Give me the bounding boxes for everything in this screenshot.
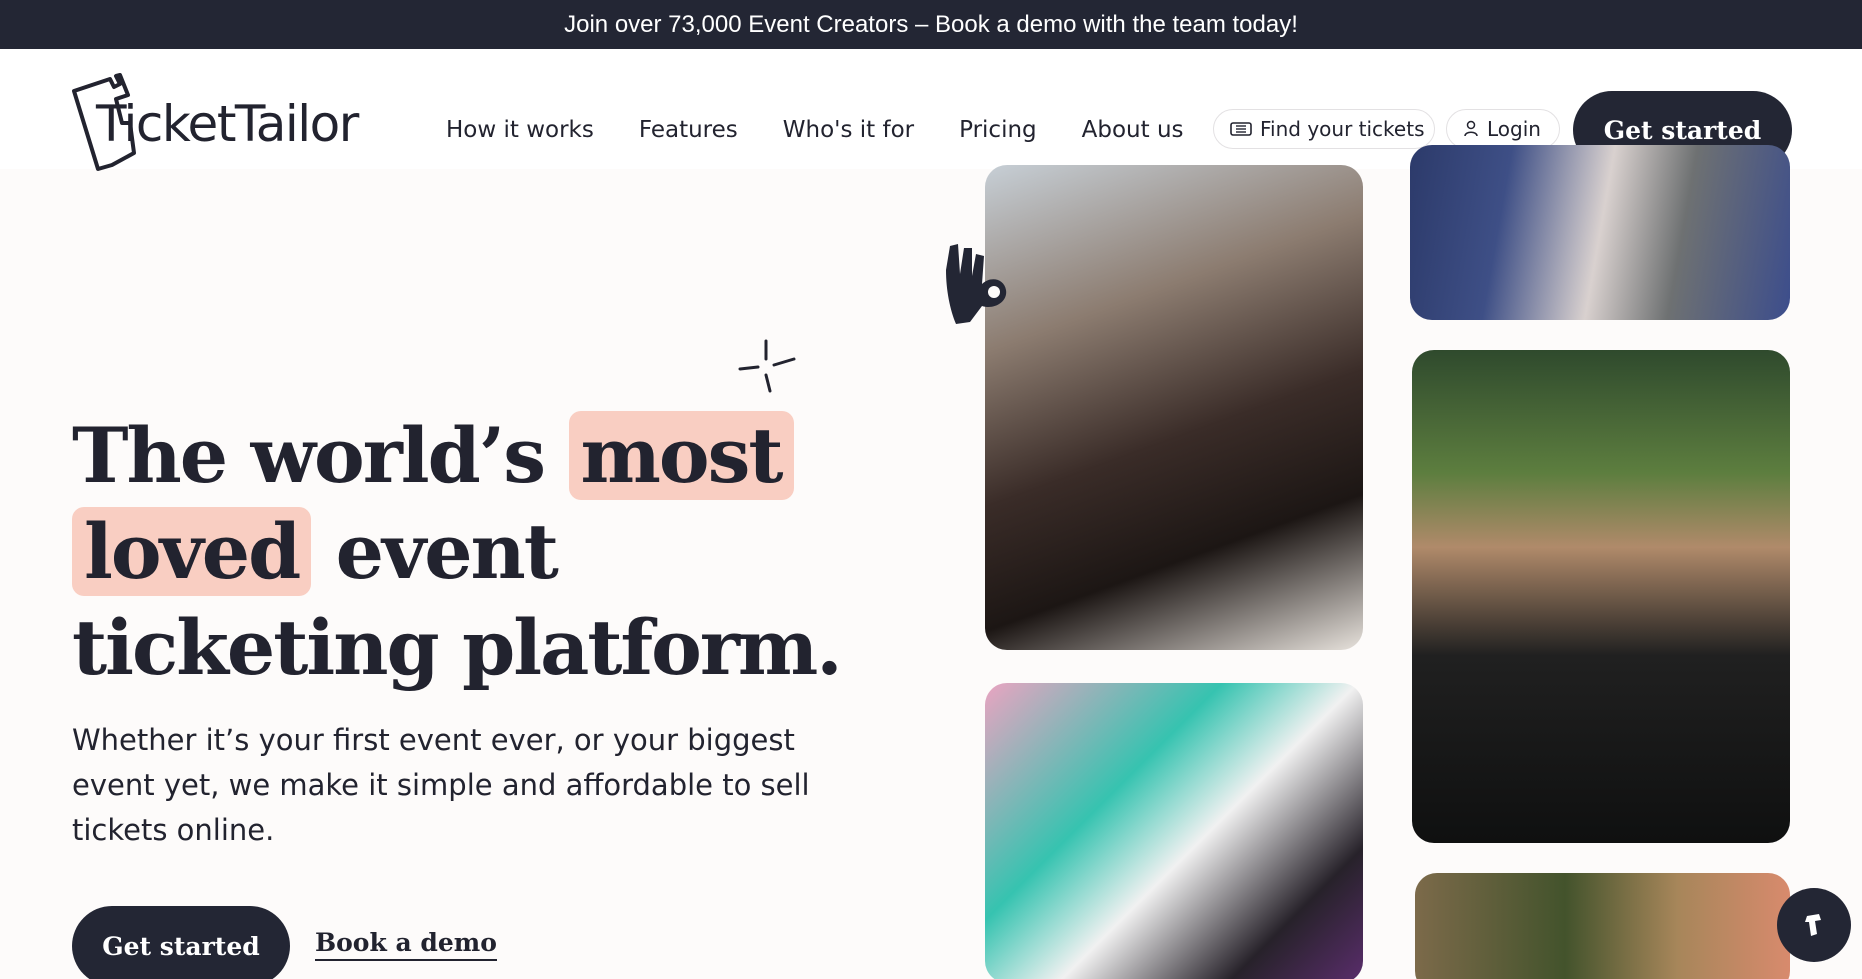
hero-title-highlight-most: most	[568, 411, 794, 500]
hero-title-highlight-loved: loved	[72, 507, 312, 596]
chat-widget-button[interactable]	[1777, 888, 1851, 962]
find-tickets-label: Find your tickets	[1260, 117, 1425, 141]
announcement-bar[interactable]: Join over 73,000 Event Creators – Book a…	[0, 0, 1862, 49]
hero-title-part2: event	[311, 507, 559, 596]
nav-pricing[interactable]: Pricing	[959, 117, 1037, 143]
photo-stage-performer	[985, 683, 1363, 979]
hero-title-part1: The world’s	[72, 411, 569, 500]
nav-whos-it-for[interactable]: Who's it for	[783, 117, 914, 143]
sparkle-icon	[738, 339, 796, 393]
user-icon	[1463, 120, 1479, 138]
find-tickets-button[interactable]: Find your tickets	[1213, 109, 1435, 149]
photo-festival-goers	[1410, 145, 1790, 320]
ticket-icon	[1230, 121, 1252, 137]
login-label: Login	[1487, 117, 1541, 141]
book-demo-link[interactable]: Book a demo	[315, 928, 497, 961]
announcement-text[interactable]: Join over 73,000 Event Creators – Book a…	[564, 11, 1298, 39]
nav-how-it-works[interactable]: How it works	[446, 117, 594, 143]
nav-about-us[interactable]: About us	[1082, 117, 1184, 143]
photo-event-crowd	[985, 165, 1363, 650]
ok-hand-icon	[946, 244, 1007, 324]
login-button[interactable]: Login	[1446, 109, 1560, 149]
photo-outdoor-party	[1415, 873, 1790, 979]
hero-get-started-button[interactable]: Get started	[72, 906, 290, 979]
hero-subtitle: Whether it’s your first event ever, or y…	[72, 723, 810, 847]
hero-title: The world’s most loved event ticketing p…	[72, 408, 902, 696]
brand-name: TicketTailor	[96, 95, 359, 153]
brand-logo[interactable]: TicketTailor	[70, 73, 400, 179]
nav-features[interactable]: Features	[639, 117, 738, 143]
photo-event-staff	[1412, 350, 1790, 843]
main-nav: How it works Features Who's it for Prici…	[446, 117, 1229, 143]
chat-widget-icon	[1805, 914, 1821, 936]
hero-title-line3: ticketing platform.	[72, 603, 843, 692]
